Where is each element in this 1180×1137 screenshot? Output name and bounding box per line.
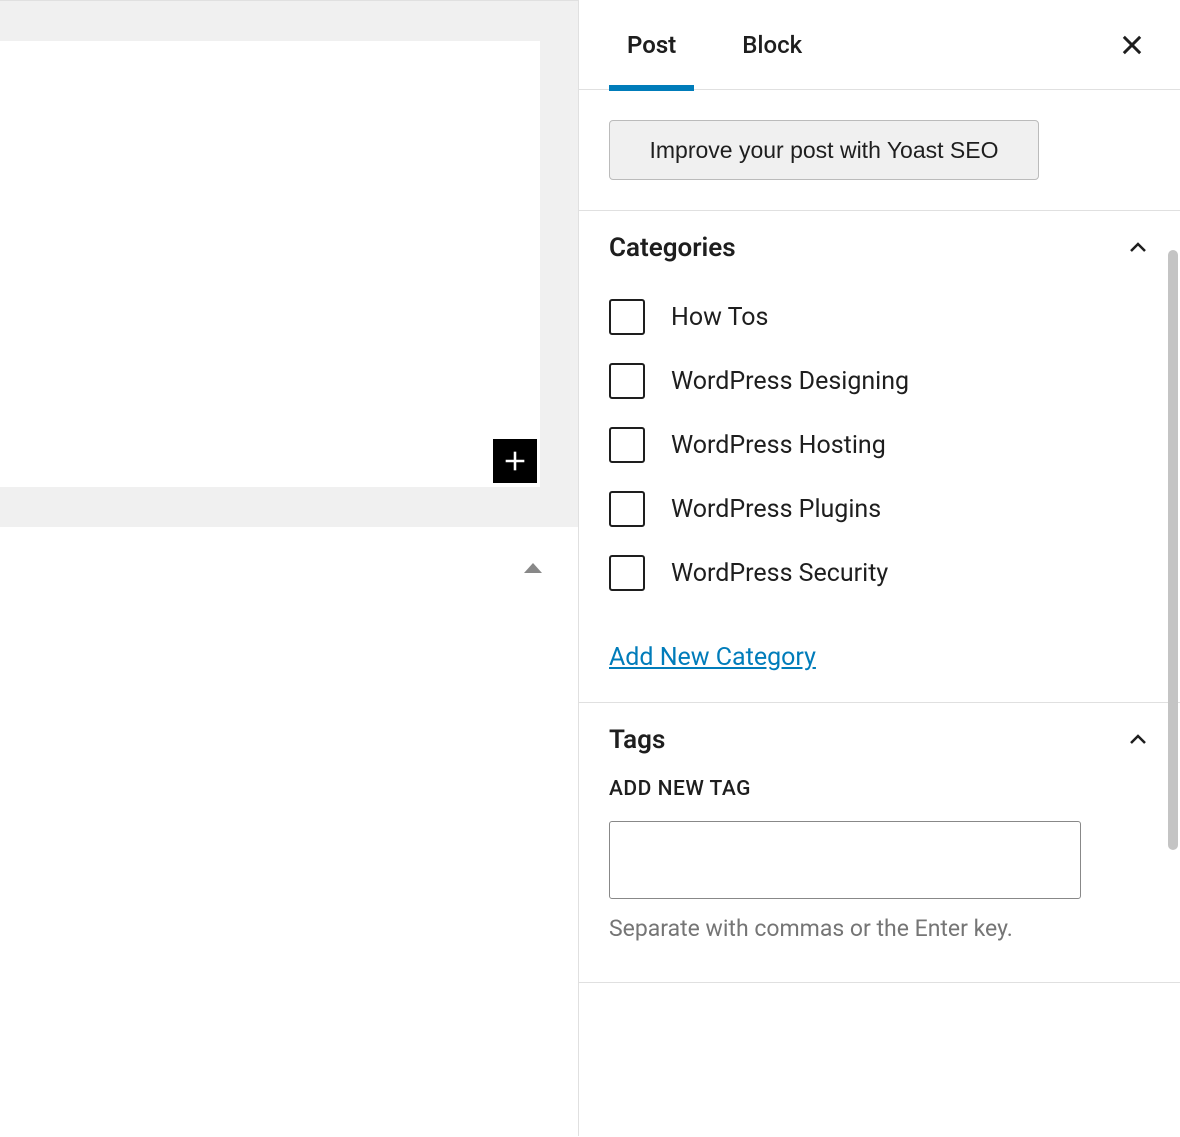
categories-body: How Tos WordPress Designing WordPress Ho… <box>579 285 1180 702</box>
yoast-panel: Improve your post with Yoast SEO <box>579 90 1180 211</box>
categories-panel-header[interactable]: Categories <box>579 211 1180 285</box>
scrollbar-thumb[interactable] <box>1168 250 1178 850</box>
tags-body: ADD NEW TAG Separate with commas or the … <box>579 777 1180 982</box>
chevron-up-icon <box>1126 236 1150 260</box>
editor-area <box>0 0 578 1136</box>
category-item: WordPress Hosting <box>609 413 1150 477</box>
yoast-improve-button[interactable]: Improve your post with Yoast SEO <box>609 120 1039 180</box>
category-checkbox[interactable] <box>609 555 645 591</box>
categories-list: How Tos WordPress Designing WordPress Ho… <box>609 285 1150 615</box>
category-item: How Tos <box>609 285 1150 349</box>
editor-canvas[interactable] <box>0 41 540 487</box>
settings-sidebar: Post Block Improve your post with Yoast … <box>578 0 1180 1136</box>
chevron-up-icon <box>1126 728 1150 752</box>
tab-block[interactable]: Block <box>724 0 820 90</box>
categories-title: Categories <box>609 233 736 263</box>
close-icon <box>1118 31 1146 59</box>
category-checkbox[interactable] <box>609 491 645 527</box>
category-label: WordPress Hosting <box>671 431 886 460</box>
close-sidebar-button[interactable] <box>1114 27 1150 63</box>
tab-post[interactable]: Post <box>609 0 694 90</box>
tags-panel: Tags ADD NEW TAG Separate with commas or… <box>579 703 1180 983</box>
category-label: WordPress Designing <box>671 367 909 396</box>
category-item <box>609 605 1150 615</box>
category-checkbox[interactable] <box>609 363 645 399</box>
tags-title: Tags <box>609 725 665 755</box>
category-item: WordPress Designing <box>609 349 1150 413</box>
category-checkbox[interactable] <box>609 427 645 463</box>
scroll-up-icon[interactable] <box>524 563 542 573</box>
add-new-tag-label: ADD NEW TAG <box>609 777 1150 801</box>
add-new-category-link[interactable]: Add New Category <box>609 643 816 672</box>
sidebar-scrollbar[interactable] <box>1166 0 1180 1136</box>
category-item: WordPress Plugins <box>609 477 1150 541</box>
plus-icon <box>501 447 529 475</box>
tags-panel-header[interactable]: Tags <box>579 703 1180 777</box>
tag-input-hint: Separate with commas or the Enter key. <box>609 915 1150 942</box>
category-label: WordPress Plugins <box>671 495 881 524</box>
category-checkbox[interactable] <box>609 299 645 335</box>
category-label: WordPress Security <box>671 559 888 588</box>
category-label: How Tos <box>671 303 768 332</box>
add-block-button[interactable] <box>493 439 537 483</box>
categories-panel: Categories How Tos WordPress Designing W… <box>579 211 1180 703</box>
editor-meta-area <box>0 527 578 1137</box>
sidebar-tabs: Post Block <box>579 0 1180 90</box>
category-item: WordPress Security <box>609 541 1150 605</box>
tag-input[interactable] <box>609 821 1081 899</box>
